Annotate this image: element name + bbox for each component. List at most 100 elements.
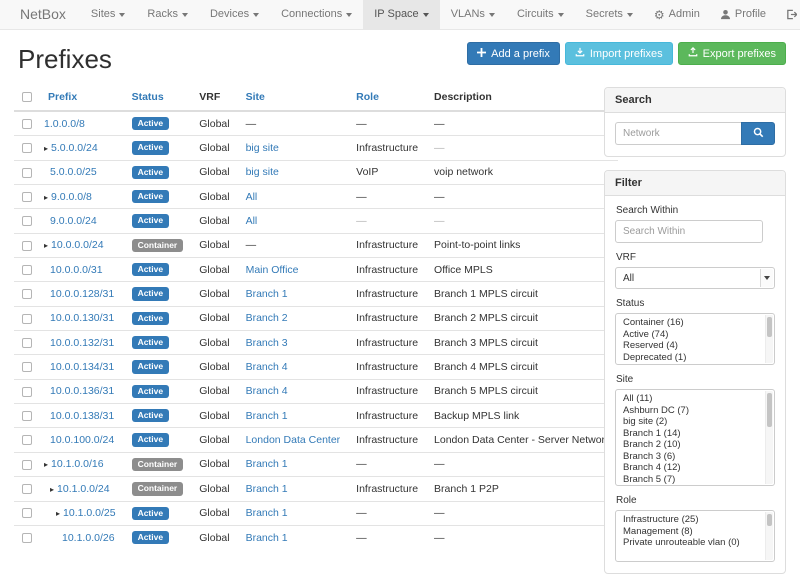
site-link[interactable]: Branch 1 xyxy=(246,483,288,495)
prefix-link[interactable]: 10.0.100.0/24 xyxy=(50,434,114,446)
select-option[interactable]: COLO-1-24 (0) xyxy=(616,485,764,486)
nav-item-circuits[interactable]: Circuits xyxy=(506,0,575,29)
select-option[interactable]: Branch 3 (6) xyxy=(616,451,764,463)
prefix-link[interactable]: 10.0.0.128/31 xyxy=(50,288,114,300)
nav-item-vlans[interactable]: VLANs xyxy=(440,0,506,29)
scrollbar[interactable] xyxy=(765,391,773,484)
row-checkbox[interactable] xyxy=(22,484,32,494)
expand-toggle-icon[interactable]: ▸ xyxy=(44,460,48,469)
nav-item-connections[interactable]: Connections xyxy=(270,0,363,29)
row-checkbox[interactable] xyxy=(22,533,32,543)
column-header-role[interactable]: Role xyxy=(348,85,426,111)
search-button[interactable] xyxy=(741,122,775,145)
prefix-link[interactable]: 10.1.0.0/25 xyxy=(63,507,116,519)
site-link[interactable]: London Data Center xyxy=(246,434,341,446)
row-checkbox[interactable] xyxy=(22,289,32,299)
expand-toggle-icon[interactable]: ▸ xyxy=(50,485,54,494)
select-option[interactable]: Management (8) xyxy=(616,526,764,538)
role-multiselect[interactable]: Infrastructure (25)Management (8)Private… xyxy=(615,510,775,562)
site-link[interactable]: Branch 1 xyxy=(246,532,288,544)
scrollbar[interactable] xyxy=(765,315,773,363)
select-option[interactable]: All (11) xyxy=(616,393,764,405)
site-link[interactable]: Branch 1 xyxy=(246,288,288,300)
row-checkbox[interactable] xyxy=(22,387,32,397)
nav-item-log-out[interactable]: Log out xyxy=(776,0,800,29)
select-option[interactable]: Deprecated (1) xyxy=(616,352,764,364)
row-checkbox[interactable] xyxy=(22,119,32,129)
prefix-link[interactable]: 10.1.0.0/16 xyxy=(51,458,104,470)
prefix-link[interactable]: 9.0.0.0/24 xyxy=(50,215,97,227)
prefix-link[interactable]: 10.0.0.138/31 xyxy=(50,410,114,422)
site-link[interactable]: Branch 1 xyxy=(246,507,288,519)
site-link[interactable]: Main Office xyxy=(246,264,299,276)
search-within-input[interactable] xyxy=(615,220,763,243)
select-option[interactable]: Branch 1 (14) xyxy=(616,428,764,440)
site-link[interactable]: Branch 1 xyxy=(246,410,288,422)
row-checkbox[interactable] xyxy=(22,168,32,178)
column-header-status[interactable]: Status xyxy=(124,85,192,111)
row-checkbox[interactable] xyxy=(22,216,32,226)
expand-toggle-icon[interactable]: ▸ xyxy=(44,144,48,153)
site-link[interactable]: Branch 4 xyxy=(246,361,288,373)
prefix-link[interactable]: 5.0.0.0/25 xyxy=(50,166,97,178)
vrf-select[interactable]: All xyxy=(615,267,775,289)
expand-toggle-icon[interactable]: ▸ xyxy=(44,241,48,250)
row-checkbox[interactable] xyxy=(22,241,32,251)
select-option[interactable]: big site (2) xyxy=(616,416,764,428)
column-header-prefix[interactable]: Prefix xyxy=(40,85,124,111)
prefix-link[interactable]: 10.0.0.0/31 xyxy=(50,264,103,276)
site-link[interactable]: Branch 4 xyxy=(246,385,288,397)
select-option[interactable]: Container (16) xyxy=(616,317,764,329)
export-prefixes-button[interactable]: Export prefixes xyxy=(678,42,786,65)
expand-toggle-icon[interactable]: ▸ xyxy=(44,193,48,202)
prefix-link[interactable]: 5.0.0.0/24 xyxy=(51,142,98,154)
prefix-link[interactable]: 1.0.0.0/8 xyxy=(44,118,85,130)
row-checkbox[interactable] xyxy=(22,435,32,445)
row-checkbox[interactable] xyxy=(22,508,32,518)
select-option[interactable]: Reserved (4) xyxy=(616,340,764,352)
prefix-link[interactable]: 10.1.0.0/26 xyxy=(62,532,115,544)
prefix-link[interactable]: 10.0.0.130/31 xyxy=(50,312,114,324)
prefix-link[interactable]: 9.0.0.0/8 xyxy=(51,191,92,203)
site-link[interactable]: Branch 2 xyxy=(246,312,288,324)
row-checkbox[interactable] xyxy=(22,460,32,470)
prefix-link[interactable]: 10.1.0.0/24 xyxy=(57,483,110,495)
add-a-prefix-button[interactable]: Add a prefix xyxy=(467,42,560,65)
prefix-link[interactable]: 10.0.0.132/31 xyxy=(50,337,114,349)
scrollbar[interactable] xyxy=(765,512,773,560)
site-link[interactable]: big site xyxy=(246,142,279,154)
nav-item-racks[interactable]: Racks xyxy=(136,0,199,29)
select-all-checkbox[interactable] xyxy=(22,92,32,102)
nav-item-secrets[interactable]: Secrets xyxy=(575,0,644,29)
nav-item-devices[interactable]: Devices xyxy=(199,0,270,29)
select-option[interactable]: Ashburn DC (7) xyxy=(616,405,764,417)
site-link[interactable]: All xyxy=(246,191,258,203)
select-option[interactable]: Branch 2 (10) xyxy=(616,439,764,451)
row-checkbox[interactable] xyxy=(22,265,32,275)
nav-item-sites[interactable]: Sites xyxy=(80,0,136,29)
site-link[interactable]: big site xyxy=(246,166,279,178)
site-link[interactable]: Branch 1 xyxy=(246,458,288,470)
row-checkbox[interactable] xyxy=(22,338,32,348)
nav-item-admin[interactable]: ⚙Admin xyxy=(644,0,710,29)
prefix-link[interactable]: 10.0.0.0/24 xyxy=(51,239,104,251)
site-link[interactable]: All xyxy=(246,215,258,227)
brand-logo[interactable]: NetBox xyxy=(8,0,80,29)
select-option[interactable]: Infrastructure (25) xyxy=(616,514,764,526)
row-checkbox[interactable] xyxy=(22,143,32,153)
nav-item-profile[interactable]: Profile xyxy=(710,0,776,29)
column-header-site[interactable]: Site xyxy=(238,85,349,111)
site-multiselect[interactable]: All (11)Ashburn DC (7)big site (2)Branch… xyxy=(615,389,775,486)
prefix-link[interactable]: 10.0.0.134/31 xyxy=(50,361,114,373)
row-checkbox[interactable] xyxy=(22,314,32,324)
nav-item-ip-space[interactable]: IP Space xyxy=(363,0,439,29)
select-option[interactable]: Branch 5 (7) xyxy=(616,474,764,486)
status-multiselect[interactable]: Container (16)Active (74)Reserved (4)Dep… xyxy=(615,313,775,365)
select-option[interactable]: Branch 4 (12) xyxy=(616,462,764,474)
select-option[interactable]: Private unrouteable vlan (0) xyxy=(616,537,764,549)
search-input[interactable] xyxy=(615,122,741,145)
import-prefixes-button[interactable]: Import prefixes xyxy=(565,42,673,65)
site-link[interactable]: Branch 3 xyxy=(246,337,288,349)
row-checkbox[interactable] xyxy=(22,192,32,202)
select-option[interactable]: Active (74) xyxy=(616,329,764,341)
